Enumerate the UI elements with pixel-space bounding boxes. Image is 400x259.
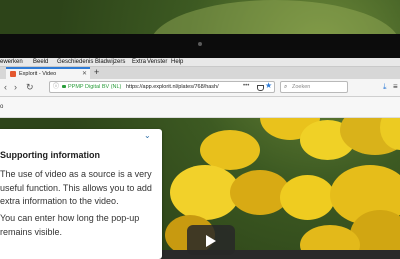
download-icon[interactable]: ⤓ [383, 82, 387, 92]
menu-bewerken[interactable]: Bewerken [0, 58, 23, 66]
tab-title: Explorit - Video [19, 71, 57, 77]
menu-bladwijzers[interactable]: Bladwijzers [95, 58, 125, 66]
menu-icon[interactable]: ≡ [393, 81, 398, 92]
monitor-bezel [0, 34, 400, 58]
address-bar[interactable]: ⓘ PPMP Digital BV (NL) https://app.explo… [49, 81, 275, 93]
play-icon [206, 235, 216, 247]
new-tab-button[interactable]: + [94, 66, 99, 78]
menu-bar: Bewerken Beeld Geschiedenis Bladwijzers … [0, 58, 400, 67]
chevron-down-icon[interactable]: ⌄ [144, 131, 151, 141]
card-paragraph-1: The use of video as a source is a very u… [0, 169, 152, 206]
back-icon[interactable]: ‹ [4, 81, 7, 93]
menu-beeld[interactable]: Beeld [33, 58, 48, 66]
search-placeholder: Zoeken [292, 84, 311, 90]
menu-help[interactable]: Help [171, 58, 183, 66]
webcam-dot [198, 42, 202, 46]
page-header-text: o [0, 104, 4, 110]
close-tab-icon[interactable]: ✕ [82, 69, 87, 79]
pocket-icon[interactable] [257, 85, 264, 91]
forward-icon[interactable]: › [14, 81, 17, 93]
search-field[interactable]: ⌕ Zoeken [280, 81, 348, 93]
more-icon[interactable]: ••• [243, 81, 249, 91]
menu-geschiedenis[interactable]: Geschiedenis [57, 58, 93, 66]
browser-tab[interactable]: Explorit - Video ✕ [6, 67, 90, 79]
reload-icon[interactable]: ↻ [26, 81, 34, 93]
search-icon: ⌕ [284, 84, 288, 90]
play-button[interactable] [187, 225, 235, 255]
url-text[interactable]: https://app.explorit.nl/plates/768/hash/ [126, 82, 226, 92]
card-title: Supporting information [0, 150, 100, 160]
card-paragraph-2: You can enter how long the pop-up remain… [0, 213, 140, 237]
info-icon[interactable]: ⓘ [53, 82, 59, 92]
site-identity: PPMP Digital BV (NL) [68, 84, 122, 90]
lock-icon [62, 85, 66, 88]
menu-venster[interactable]: Venster [147, 58, 167, 66]
favicon-icon [10, 71, 16, 77]
menu-extra[interactable]: Extra [132, 58, 146, 66]
page-header-bar [0, 97, 400, 118]
bookmark-star-icon[interactable]: ★ [265, 81, 272, 91]
